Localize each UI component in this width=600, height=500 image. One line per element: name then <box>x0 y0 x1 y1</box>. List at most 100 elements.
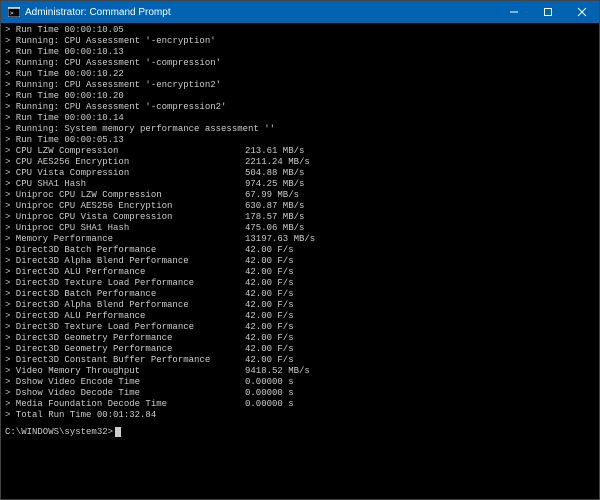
close-button[interactable] <box>565 1 599 23</box>
result-line: > Direct3D Texture Load Performance42.00… <box>5 278 595 289</box>
window-controls <box>497 1 599 23</box>
titlebar[interactable]: > Administrator: Command Prompt <box>1 1 599 23</box>
output-line: > Run Time 00:00:10.20 <box>5 91 595 102</box>
result-line: > Direct3D Alpha Blend Performance42.00 … <box>5 256 595 267</box>
output-line: > Run Time 00:00:10.13 <box>5 47 595 58</box>
terminal-output[interactable]: > Run Time 00:00:10.05> Running: CPU Ass… <box>1 23 599 499</box>
result-line: > Direct3D Geometry Performance42.00 F/s <box>5 333 595 344</box>
output-line: > Running: CPU Assessment '-compression' <box>5 58 595 69</box>
result-line: > Direct3D Constant Buffer Performance42… <box>5 355 595 366</box>
maximize-icon <box>543 7 553 17</box>
result-value: 42.00 F/s <box>245 344 294 355</box>
result-value: 42.00 F/s <box>245 256 294 267</box>
result-label: > CPU Vista Compression <box>5 168 245 179</box>
result-label: > Uniproc CPU AES256 Encryption <box>5 201 245 212</box>
result-line: > Direct3D ALU Performance42.00 F/s <box>5 311 595 322</box>
result-value: 213.61 MB/s <box>245 146 304 157</box>
result-label: > Direct3D Batch Performance <box>5 245 245 256</box>
output-line: > Running: CPU Assessment '-encryption2' <box>5 80 595 91</box>
cursor <box>115 427 121 437</box>
result-value: 42.00 F/s <box>245 245 294 256</box>
result-value: 42.00 F/s <box>245 278 294 289</box>
prompt-line[interactable]: C:\WINDOWS\system32> <box>5 427 595 438</box>
result-value: 13197.63 MB/s <box>245 234 315 245</box>
result-value: 630.87 MB/s <box>245 201 304 212</box>
result-label: > Uniproc CPU Vista Compression <box>5 212 245 223</box>
result-value: 42.00 F/s <box>245 333 294 344</box>
close-icon <box>577 7 587 17</box>
result-value: 974.25 MB/s <box>245 179 304 190</box>
result-label: > Memory Performance <box>5 234 245 245</box>
output-line: > Running: System memory performance ass… <box>5 124 595 135</box>
result-value: 42.00 F/s <box>245 311 294 322</box>
result-value: 42.00 F/s <box>245 289 294 300</box>
result-line: > Direct3D ALU Performance42.00 F/s <box>5 267 595 278</box>
output-line: > Run Time 00:00:10.05 <box>5 25 595 36</box>
result-label: > CPU AES256 Encryption <box>5 157 245 168</box>
result-value: 178.57 MB/s <box>245 212 304 223</box>
result-label: > Direct3D Constant Buffer Performance <box>5 355 245 366</box>
result-label: > Direct3D ALU Performance <box>5 267 245 278</box>
result-line: > CPU Vista Compression504.88 MB/s <box>5 168 595 179</box>
result-value: 475.06 MB/s <box>245 223 304 234</box>
prompt-text: C:\WINDOWS\system32> <box>5 427 113 437</box>
result-value: 0.00000 s <box>245 399 294 410</box>
result-label: > Direct3D Geometry Performance <box>5 333 245 344</box>
result-label: > CPU LZW Compression <box>5 146 245 157</box>
result-value: 42.00 F/s <box>245 300 294 311</box>
result-line: > Uniproc CPU LZW Compression67.99 MB/s <box>5 190 595 201</box>
result-line: > Direct3D Geometry Performance42.00 F/s <box>5 344 595 355</box>
result-label: > Uniproc CPU LZW Compression <box>5 190 245 201</box>
result-label: > Direct3D Alpha Blend Performance <box>5 300 245 311</box>
result-label: > Video Memory Throughput <box>5 366 245 377</box>
maximize-button[interactable] <box>531 1 565 23</box>
result-label: > Direct3D Texture Load Performance <box>5 322 245 333</box>
result-line: > Media Foundation Decode Time0.00000 s <box>5 399 595 410</box>
result-label: > Dshow Video Decode Time <box>5 388 245 399</box>
result-line: > Memory Performance13197.63 MB/s <box>5 234 595 245</box>
result-value: 504.88 MB/s <box>245 168 304 179</box>
result-value: 42.00 F/s <box>245 355 294 366</box>
result-line: > CPU AES256 Encryption2211.24 MB/s <box>5 157 595 168</box>
result-line: > CPU SHA1 Hash974.25 MB/s <box>5 179 595 190</box>
result-label: > Direct3D ALU Performance <box>5 311 245 322</box>
result-label: > CPU SHA1 Hash <box>5 179 245 190</box>
result-line: > Dshow Video Decode Time0.00000 s <box>5 388 595 399</box>
result-line: > Uniproc CPU SHA1 Hash475.06 MB/s <box>5 223 595 234</box>
result-value: 67.99 MB/s <box>245 190 299 201</box>
result-line: > Direct3D Batch Performance42.00 F/s <box>5 289 595 300</box>
result-label: > Dshow Video Encode Time <box>5 377 245 388</box>
result-value: 9418.52 MB/s <box>245 366 310 377</box>
result-value: 2211.24 MB/s <box>245 157 310 168</box>
result-label: > Direct3D Texture Load Performance <box>5 278 245 289</box>
minimize-button[interactable] <box>497 1 531 23</box>
result-label: > Direct3D Alpha Blend Performance <box>5 256 245 267</box>
result-label: > Media Foundation Decode Time <box>5 399 245 410</box>
result-value: 42.00 F/s <box>245 322 294 333</box>
result-value: 42.00 F/s <box>245 267 294 278</box>
output-line: > Running: CPU Assessment '-compression2… <box>5 102 595 113</box>
result-line: > CPU LZW Compression213.61 MB/s <box>5 146 595 157</box>
result-line: > Direct3D Alpha Blend Performance42.00 … <box>5 300 595 311</box>
result-label: > Direct3D Batch Performance <box>5 289 245 300</box>
output-line: > Running: CPU Assessment '-encryption' <box>5 36 595 47</box>
result-line: > Dshow Video Encode Time0.00000 s <box>5 377 595 388</box>
output-line: > Run Time 00:00:10.14 <box>5 113 595 124</box>
result-line: > Video Memory Throughput9418.52 MB/s <box>5 366 595 377</box>
result-value: 0.00000 s <box>245 388 294 399</box>
command-prompt-window: > Administrator: Command Prompt > Run Ti… <box>0 0 600 500</box>
output-line: > Run Time 00:00:10.22 <box>5 69 595 80</box>
minimize-icon <box>509 7 519 17</box>
cmd-icon: > <box>7 5 21 19</box>
result-label: > Direct3D Geometry Performance <box>5 344 245 355</box>
window-title: Administrator: Command Prompt <box>25 7 497 18</box>
result-value: 0.00000 s <box>245 377 294 388</box>
svg-text:>: > <box>10 10 14 17</box>
result-line: > Uniproc CPU Vista Compression178.57 MB… <box>5 212 595 223</box>
result-label: > Uniproc CPU SHA1 Hash <box>5 223 245 234</box>
result-line: > Direct3D Texture Load Performance42.00… <box>5 322 595 333</box>
total-line: > Total Run Time 00:01:32.84 <box>5 410 595 421</box>
result-line: > Uniproc CPU AES256 Encryption630.87 MB… <box>5 201 595 212</box>
output-line: > Run Time 00:00:05.13 <box>5 135 595 146</box>
result-line: > Direct3D Batch Performance42.00 F/s <box>5 245 595 256</box>
